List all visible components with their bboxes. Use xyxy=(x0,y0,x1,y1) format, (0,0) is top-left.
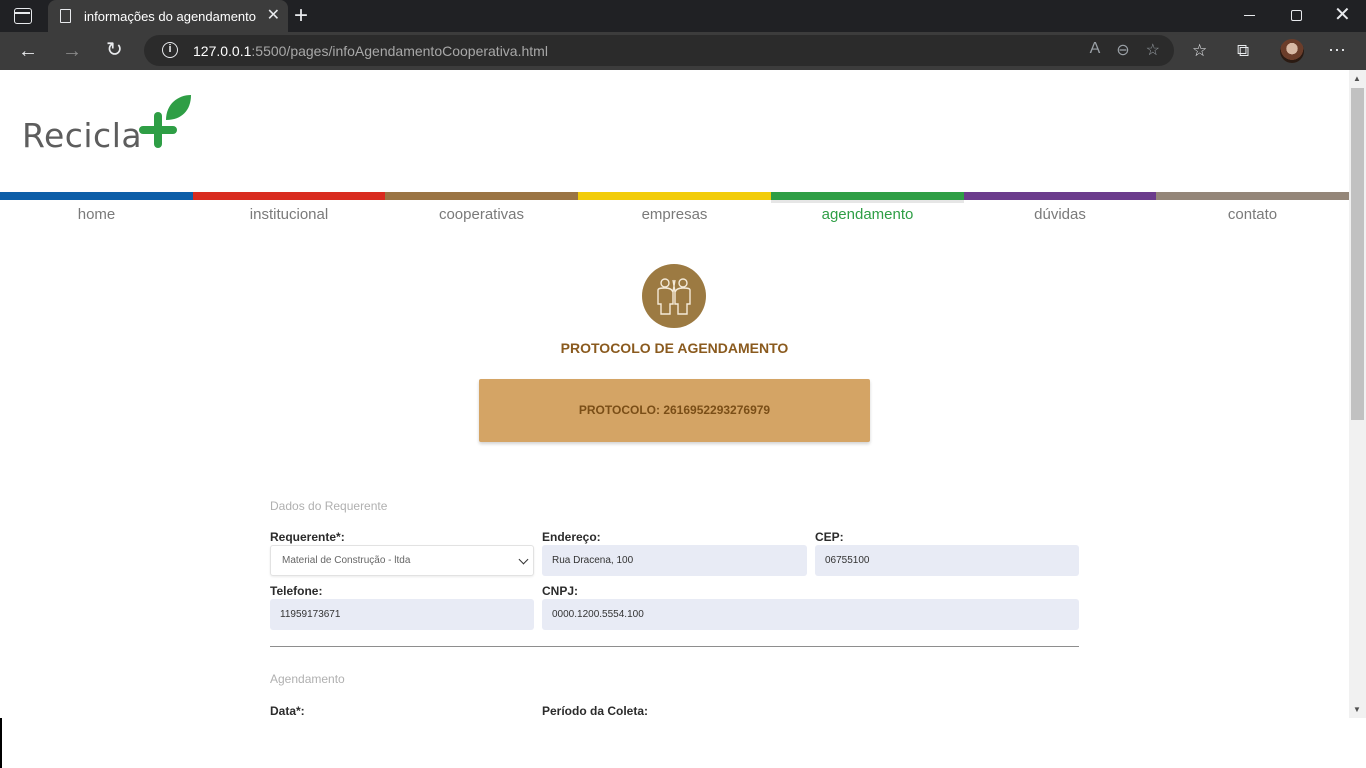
browser-tab[interactable]: informações do agendamento ✕ xyxy=(48,0,288,32)
url-host: 127.0.0.1 xyxy=(193,43,252,59)
page-title: PROTOCOLO DE AGENDAMENTO xyxy=(560,340,789,356)
endereco-label: Endereço: xyxy=(542,530,601,544)
nav-color-bar xyxy=(1156,192,1349,200)
nav-color-bar xyxy=(0,192,193,200)
cep-field[interactable]: 06755100 xyxy=(815,545,1079,576)
telefone-label: Telefone: xyxy=(270,584,323,598)
nav-color-bar xyxy=(771,192,964,200)
back-icon[interactable]: ← xyxy=(18,41,38,61)
requerente-value: Material de Construção - ltda xyxy=(282,555,411,566)
address-bar[interactable]: i 127.0.0.1:5500/pages/infoAgendamentoCo… xyxy=(144,35,1174,66)
chevron-down-icon xyxy=(518,554,529,565)
url-path: :5500/pages/infoAgendamentoCooperativa.h… xyxy=(251,43,548,59)
nav-item-institucional[interactable]: institucional xyxy=(193,192,385,232)
restore-window-icon[interactable] xyxy=(1291,10,1302,21)
scroll-thumb[interactable] xyxy=(1351,88,1364,420)
add-favorite-icon[interactable]: ☆ xyxy=(1146,40,1160,60)
requerente-label: Requerente*: xyxy=(270,530,345,544)
collections-icon[interactable]: ⧉ xyxy=(1237,41,1249,61)
forward-icon[interactable]: → xyxy=(62,41,82,61)
nav-item-empresas[interactable]: empresas xyxy=(578,192,771,232)
minimize-window-icon[interactable] xyxy=(1244,15,1255,17)
site-info-icon[interactable]: i xyxy=(162,42,178,58)
new-tab-button[interactable]: + xyxy=(294,3,308,29)
plus-leaf-icon xyxy=(139,95,191,148)
section-divider xyxy=(270,646,1079,647)
reload-icon[interactable]: ↻ xyxy=(106,40,123,60)
telefone-field[interactable]: 11959173671 xyxy=(270,599,534,630)
url-text[interactable]: 127.0.0.1:5500/pages/infoAgendamentoCoop… xyxy=(193,43,548,59)
nav-label: home xyxy=(77,206,116,223)
endereco-field[interactable]: Rua Dracena, 100 xyxy=(542,545,807,576)
recicla-logo[interactable]: Recicla xyxy=(22,94,202,155)
nav-label: empresas xyxy=(641,206,708,223)
nav-item-contato[interactable]: contato xyxy=(1156,192,1349,232)
close-window-icon[interactable]: ✕ xyxy=(1334,4,1351,26)
periodo-label: Período da Coleta: xyxy=(542,704,649,718)
nav-label: contato xyxy=(1227,206,1278,223)
nav-label: dúvidas xyxy=(1034,206,1086,223)
active-indicator xyxy=(771,200,964,203)
cnpj-field[interactable]: 0000.1200.5554.100 xyxy=(542,599,1079,630)
favorites-icon[interactable]: ☆ xyxy=(1192,41,1207,61)
tab-actions-icon[interactable] xyxy=(14,8,32,24)
cnpj-label: CNPJ: xyxy=(542,584,579,598)
nav-item-home[interactable]: home xyxy=(0,192,193,232)
nav-item-duvidas[interactable]: dúvidas xyxy=(964,192,1156,232)
scroll-up-icon[interactable]: ▲ xyxy=(1353,74,1361,83)
nav-label: agendamento xyxy=(821,206,914,223)
data-label: Data*: xyxy=(270,704,305,718)
nav-color-bar xyxy=(193,192,385,200)
protocol-box: PROTOCOLO: 2616952293276979 xyxy=(479,379,870,442)
more-menu-icon[interactable]: ⋯ xyxy=(1328,40,1346,60)
address-bar-actions: A ⊖ ☆ xyxy=(1090,40,1160,60)
cep-label: CEP: xyxy=(815,530,844,544)
people-icon xyxy=(642,264,706,328)
page-icon xyxy=(60,9,71,23)
section-requester-title: Dados do Requerente xyxy=(270,499,388,513)
window-edge xyxy=(0,718,2,768)
nav-color-bar xyxy=(964,192,1156,200)
requerente-select[interactable]: Material de Construção - ltda xyxy=(270,545,534,576)
close-tab-icon[interactable]: ✕ xyxy=(267,6,280,26)
nav-label: cooperativas xyxy=(438,206,525,223)
scroll-down-icon[interactable]: ▼ xyxy=(1353,705,1361,714)
tab-title: informações do agendamento xyxy=(84,9,257,24)
nav-item-agendamento[interactable]: agendamento xyxy=(771,192,964,232)
nav-item-cooperativas[interactable]: cooperativas xyxy=(385,192,578,232)
nav-color-bar xyxy=(385,192,578,200)
zoom-out-icon[interactable]: ⊖ xyxy=(1116,40,1129,60)
browser-tab-bar: informações do agendamento ✕ + ✕ xyxy=(0,0,1366,32)
web-page: Recicla home institucional cooperativas … xyxy=(0,70,1349,718)
read-aloud-icon[interactable]: A xyxy=(1090,40,1101,60)
page-scrollbar[interactable]: ▲ ▼ xyxy=(1349,70,1366,718)
nav-label: institucional xyxy=(249,206,329,223)
profile-avatar[interactable] xyxy=(1280,39,1304,63)
nav-color-bar xyxy=(578,192,771,200)
main-nav: home institucional cooperativas empresas… xyxy=(0,192,1349,232)
section-schedule-title: Agendamento xyxy=(270,672,345,686)
logo-text: Recicla xyxy=(22,116,143,155)
